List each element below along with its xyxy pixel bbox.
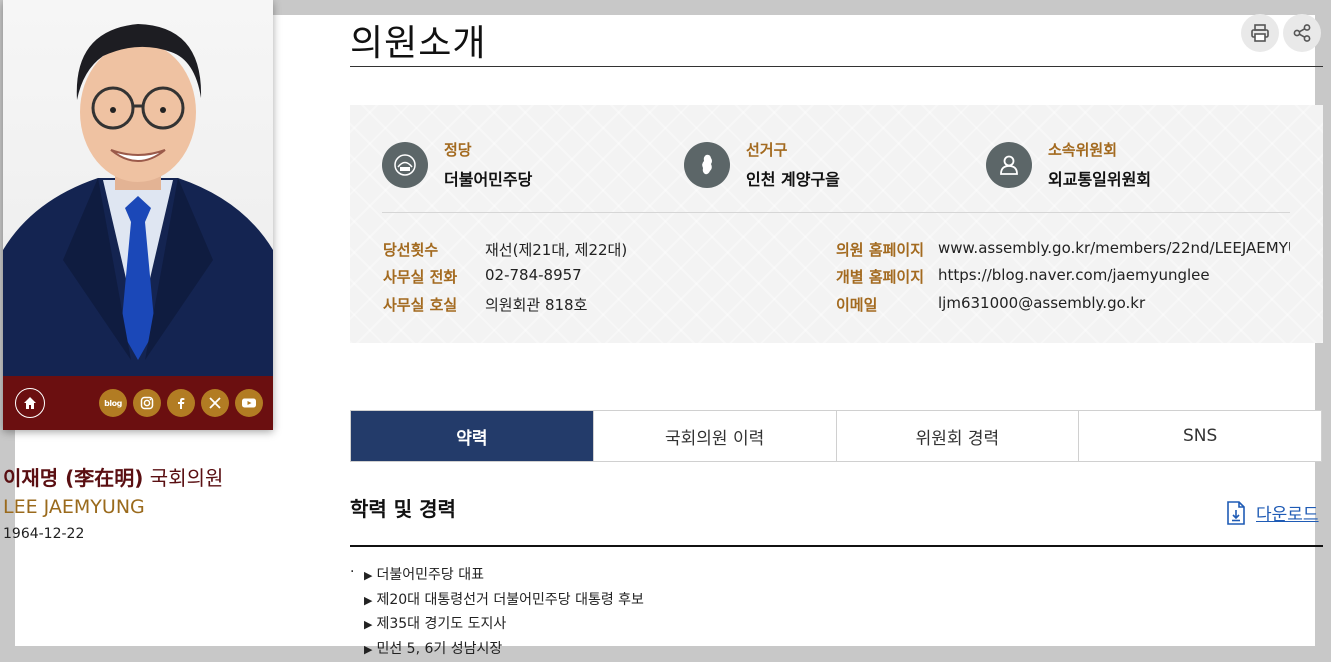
- homepage-link[interactable]: www.assembly.go.kr/members/22nd/LEEJAEMY…: [938, 239, 1290, 257]
- district-label: 선거구: [746, 141, 788, 159]
- tab-sns[interactable]: SNS: [1078, 411, 1321, 461]
- printer-icon: [1251, 24, 1269, 42]
- facebook-icon: [178, 398, 185, 409]
- detail-key: 의원 홈페이지: [836, 241, 925, 259]
- career-list: ▶더불어민주당 대표 ▶제20대 대통령선거 더불어민주당 대통령 후보 ▶제3…: [350, 560, 644, 662]
- download-button[interactable]: 다운로드: [1226, 500, 1319, 525]
- career-text: 제35대 경기도 도지사: [376, 616, 507, 633]
- instagram-icon: [140, 396, 154, 410]
- member-name-ko: 이재명 (李在明) 국회의원: [3, 462, 223, 491]
- detail-key: 개별 홈페이지: [836, 268, 925, 286]
- party-emblem-icon: [382, 141, 428, 188]
- detail-value: 의원회관 818호: [485, 296, 588, 314]
- detail-value: 02-784-8957: [485, 266, 582, 284]
- korea-map-icon: [684, 141, 730, 188]
- detail-row: 개별 홈페이지 https://blog.naver.com/jaemyungl…: [836, 266, 1210, 287]
- sns-bar: blog: [3, 376, 273, 430]
- detail-row: 이메일 ljm631000@assembly.go.kr: [836, 294, 1145, 315]
- x-button[interactable]: [201, 389, 229, 417]
- detail-key: 사무실 호실: [383, 296, 458, 314]
- detail-key: 당선횟수: [383, 241, 439, 259]
- member-position: 국회의원: [143, 466, 224, 490]
- party-value: 더불어민주당: [444, 170, 533, 189]
- profile-card: blog: [3, 0, 273, 430]
- facebook-button[interactable]: [167, 389, 195, 417]
- download-file-icon: [1227, 500, 1245, 525]
- list-item: ▶ 민선 5, 6기 성남시장: [364, 641, 503, 658]
- list-item: ▶ 제35대 경기도 도지사: [364, 616, 507, 633]
- share-icon: [1293, 24, 1311, 42]
- party-info: 정당 더불어민주당: [382, 139, 532, 190]
- member-name: 이재명 (李在明): [3, 466, 144, 490]
- home-button[interactable]: [15, 388, 45, 418]
- committee-value: 외교통일위원회: [1048, 170, 1152, 189]
- personal-homepage-link[interactable]: https://blog.naver.com/jaemyunglee: [938, 266, 1290, 284]
- person-icon: [986, 141, 1032, 188]
- detail-key: 사무실 전화: [383, 268, 458, 286]
- info-divider: [382, 212, 1290, 213]
- tab-committee-history[interactable]: 위원회 경력: [835, 411, 1079, 461]
- district-value: 인천 계양구을: [746, 170, 840, 189]
- detail-value: 재선(제21대, 제22대): [485, 241, 628, 259]
- detail-row: 사무실 전화 02-784-8957: [383, 266, 582, 287]
- print-button[interactable]: [1241, 14, 1279, 52]
- youtube-icon: [242, 398, 256, 408]
- blog-icon: blog: [104, 398, 122, 408]
- career-text: 민선 5, 6기 성남시장: [376, 641, 503, 658]
- committee-info: 소속위원회 외교통일위원회: [986, 139, 1151, 190]
- career-text: 제20대 대통령선거 더불어민주당 대통령 후보: [376, 591, 644, 608]
- profile-photo: [3, 0, 273, 376]
- detail-row: 의원 홈페이지 www.assembly.go.kr/members/22nd/…: [836, 239, 1290, 260]
- member-name-en: LEE JAEMYUNG: [3, 496, 145, 518]
- district-info: 선거구 인천 계양구을: [684, 139, 840, 190]
- section-divider: [350, 545, 1323, 547]
- section-title: 학력 및 경력: [350, 497, 456, 521]
- member-info-box: 정당 더불어민주당 선거구 인천 계양구을 소속위원회 외교통일위원회 당선횟수: [350, 105, 1323, 343]
- committee-label: 소속위원회: [1048, 141, 1118, 159]
- tab-career[interactable]: 약력: [351, 411, 593, 461]
- title-divider: [350, 66, 1323, 67]
- download-label: 다운로드: [1256, 505, 1319, 525]
- list-item: ▶ 제20대 대통령선거 더불어민주당 대통령 후보: [364, 591, 644, 608]
- instagram-button[interactable]: [133, 389, 161, 417]
- career-text: 더불어민주당 대표: [376, 567, 484, 583]
- party-label: 정당: [444, 141, 472, 159]
- detail-row: 당선횟수 재선(제21대, 제22대): [383, 239, 627, 260]
- detail-key: 이메일: [836, 296, 878, 314]
- detail-row: 사무실 호실 의원회관 818호: [383, 294, 587, 315]
- email-link[interactable]: ljm631000@assembly.go.kr: [938, 294, 1290, 312]
- home-icon: [24, 397, 36, 409]
- list-item: ▶더불어민주당 대표: [350, 560, 644, 588]
- x-icon: [209, 397, 221, 409]
- tab-assembly-history[interactable]: 국회의원 이력: [592, 411, 836, 461]
- member-birthdate: 1964-12-22: [3, 526, 85, 542]
- profile-tabs: 약력 국회의원 이력 위원회 경력 SNS: [350, 410, 1322, 462]
- page-title: 의원소개: [350, 23, 487, 64]
- blog-button[interactable]: blog: [99, 389, 127, 417]
- share-button[interactable]: [1283, 14, 1321, 52]
- youtube-button[interactable]: [235, 389, 263, 417]
